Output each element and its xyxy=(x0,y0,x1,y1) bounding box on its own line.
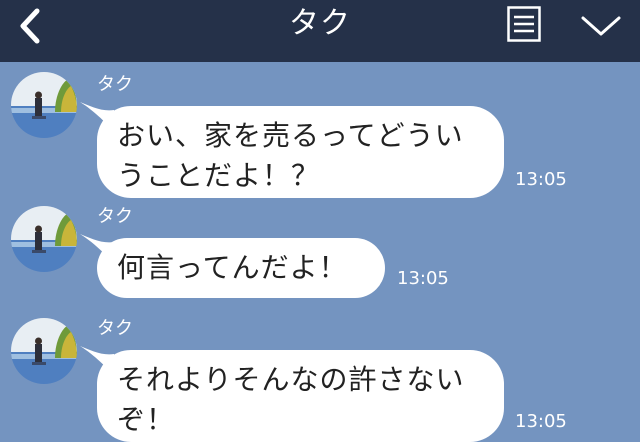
avatar-photo xyxy=(11,318,77,384)
avatar-photo xyxy=(11,72,77,138)
collapse-button[interactable] xyxy=(578,8,624,42)
message-bubble[interactable]: おい、家を売るってどうい うことだよ！？ xyxy=(97,106,504,198)
avatar[interactable] xyxy=(11,72,77,138)
menu-icon xyxy=(507,6,541,42)
avatar-photo xyxy=(11,206,77,272)
message-text-line: 何言ってんだよ！ xyxy=(117,251,348,284)
avatar[interactable] xyxy=(11,318,77,384)
message-bubble[interactable]: それよりそんなの許さない ぞ！ xyxy=(97,350,504,442)
message-time: 13:05 xyxy=(515,411,567,432)
message-text-line: それよりそんなの許さない xyxy=(117,363,465,396)
message-time: 13:05 xyxy=(397,268,449,289)
message-bubble[interactable]: 何言ってんだよ！ xyxy=(97,238,385,298)
chat-header: タク xyxy=(0,0,640,62)
message-text-line: ぞ！ xyxy=(117,403,176,436)
sender-name: タク xyxy=(97,74,133,95)
chat-title: タク xyxy=(289,6,351,41)
message-text-line: うことだよ！？ xyxy=(117,159,321,192)
sender-name: タク xyxy=(97,206,133,227)
message-text-line: おい、家を売るってどうい xyxy=(117,119,464,152)
message-time: 13:05 xyxy=(515,169,567,190)
sender-name: タク xyxy=(97,318,133,339)
chevron-down-icon xyxy=(581,16,621,36)
avatar[interactable] xyxy=(11,206,77,272)
menu-button[interactable] xyxy=(507,6,541,42)
